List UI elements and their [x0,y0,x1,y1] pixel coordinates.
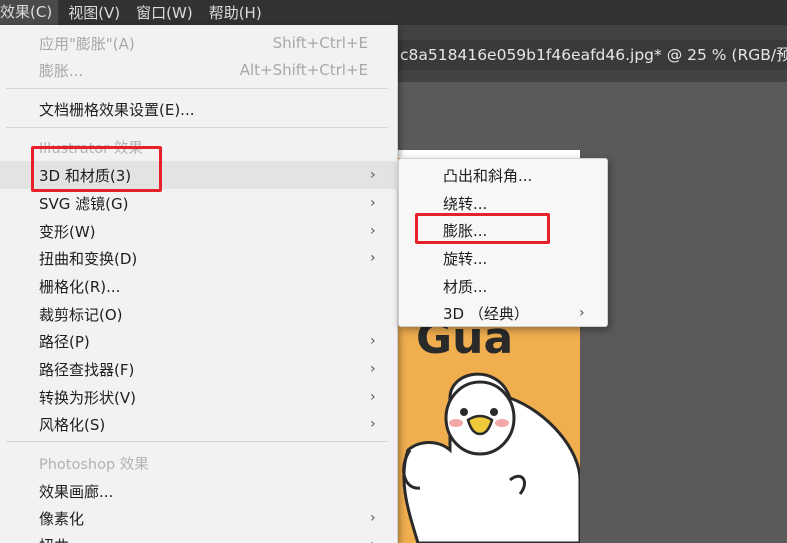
menu-item-label: 扭曲 [39,535,69,543]
menu-item-label: 路径查找器(F) [39,360,135,379]
chevron-right-icon: › [370,510,376,526]
menu-item-svg-filters[interactable]: SVG 滤镜(G) › [0,189,398,217]
chevron-right-icon: › [370,416,376,432]
chevron-right-icon: › [370,361,376,377]
section-header-label: Photoshop 效果 [39,456,149,473]
menu-item-label: SVG 滤镜(G) [39,194,129,213]
menu-item-label: 膨胀... [39,61,84,80]
menu-item-pixelate[interactable]: 像素化 › [0,504,398,532]
chevron-right-icon: › [370,250,376,266]
menu-item-label: 路径(P) [39,332,90,351]
menu-item-warp[interactable]: 变形(W) › [0,217,398,245]
menu-item-last-effect[interactable]: 膨胀... Alt+Shift+Ctrl+E [0,56,398,84]
menu-item-pathfinder[interactable]: 路径查找器(F) › [0,355,398,383]
chevron-right-icon: › [370,167,376,183]
menu-separator [6,127,388,128]
menu-item-apply-last-effect[interactable]: 应用"膨胀"(A) Shift+Ctrl+E [0,29,398,57]
menubar-effect[interactable]: 效果(C) [0,0,59,25]
submenu-item-label: 凸出和斜角... [443,166,533,185]
chevron-right-icon: › [370,195,376,211]
menu-item-raster-settings[interactable]: 文档栅格效果设置(E)... [0,95,398,123]
menu-item-crop-marks[interactable]: 裁剪标记(O) [0,300,398,328]
menu-item-label: 风格化(S) [39,415,106,434]
chevron-right-icon: › [370,223,376,239]
menubar-help[interactable]: 帮助(H) [209,2,270,23]
submenu-item-extrude-bevel[interactable]: 凸出和斜角... [399,161,607,189]
menu-item-label: 像素化 [39,509,85,528]
menu-item-shortcut: Alt+Shift+Ctrl+E [239,61,368,79]
menu-item-label: 效果画廊... [39,482,114,501]
chevron-right-icon: › [370,389,376,405]
menubar-view[interactable]: 视图(V) [68,2,128,23]
highlight-box-inflate [415,213,550,244]
submenu-item-materials[interactable]: 材质... [399,272,607,300]
menu-item-path[interactable]: 路径(P) › [0,327,398,355]
menu-item-stylize[interactable]: 风格化(S) › [0,410,398,438]
menu-item-effect-gallery[interactable]: 效果画廊... [0,477,398,505]
section-header-photoshop: Photoshop 效果 [0,449,398,477]
menu-item-distort[interactable]: 扭曲 › [0,531,398,543]
menu-item-label: 应用"膨胀"(A) [39,34,135,53]
menu-item-label: 裁剪标记(O) [39,305,123,324]
submenu-item-label: 旋转... [443,249,488,268]
menu-item-convert-to-shape[interactable]: 转换为形状(V) › [0,383,398,411]
submenu-item-3d-classic[interactable]: 3D （经典） › [399,299,607,327]
document-tab[interactable]: c8a518416e059b1f46eafd46.jpg* @ 25 % (RG… [398,40,787,70]
submenu-item-label: 绕转... [443,194,488,213]
chevron-right-icon: › [370,333,376,349]
menu-item-label: 变形(W) [39,222,96,241]
chevron-right-icon: › [370,537,376,543]
menu-item-shortcut: Shift+Ctrl+E [272,34,368,52]
menu-item-label: 转换为形状(V) [39,388,136,407]
duck-right-eye [490,408,498,416]
menubar-window[interactable]: 窗口(W) [136,2,201,23]
submenu-item-label: 材质... [443,277,488,296]
highlight-box-3d-materials [31,146,162,192]
menu-separator [6,88,388,89]
menubar: 效果(C) 视图(V) 窗口(W) 帮助(H) [0,0,787,25]
duck-left-cheek [449,419,463,427]
menu-item-distort-transform[interactable]: 扭曲和变换(D) › [0,244,398,272]
duck-right-cheek [495,419,509,427]
effect-menu: 应用"膨胀"(A) Shift+Ctrl+E 膨胀... Alt+Shift+C… [0,25,398,543]
menu-item-label: 扭曲和变换(D) [39,249,138,268]
submenu-item-label: 3D （经典） [443,304,529,323]
submenu-item-rotate[interactable]: 旋转... [399,244,607,272]
menu-item-label: 文档栅格效果设置(E)... [39,100,195,119]
menu-item-label: 栅格化(R)... [39,277,121,296]
menu-item-rasterize[interactable]: 栅格化(R)... [0,272,398,300]
duck-left-eye [460,408,468,416]
chevron-right-icon: › [579,305,585,321]
menu-separator [6,441,388,442]
